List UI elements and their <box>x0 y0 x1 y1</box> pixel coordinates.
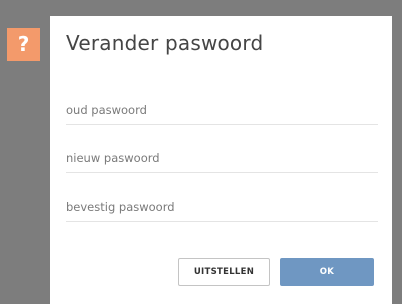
cancel-button[interactable]: UITSTELLEN <box>178 258 270 286</box>
confirm-password-field <box>66 193 378 222</box>
old-password-field <box>66 96 378 125</box>
change-password-dialog: Verander paswoord UITSTELLEN OK <box>50 16 392 304</box>
question-icon: ? <box>7 28 40 61</box>
new-password-field <box>66 144 378 173</box>
confirm-password-input[interactable] <box>66 193 378 221</box>
ok-button[interactable]: OK <box>280 258 374 286</box>
dialog-title: Verander paswoord <box>66 31 264 55</box>
new-password-input[interactable] <box>66 144 378 172</box>
old-password-input[interactable] <box>66 96 378 124</box>
